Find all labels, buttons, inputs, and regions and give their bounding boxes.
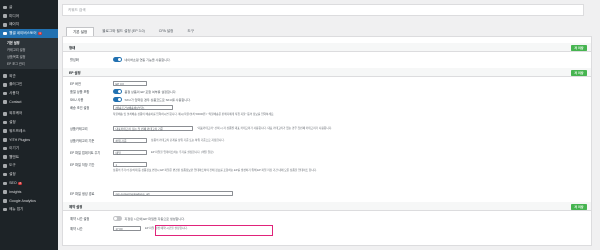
update-cycle-select[interactable]: 매일 — [113, 150, 147, 155]
wrench-icon — [3, 164, 7, 168]
setting-description: 네이버쇼핑 연동 기능을 사용합니다. — [124, 58, 171, 62]
settings-tabs: 기본 설정 블로그와 필드 설정 (EP 3.0) CPA 설정 도구 — [66, 27, 202, 36]
store-icon — [3, 31, 7, 36]
sidebar-item-tools[interactable]: 도구 — [0, 162, 58, 171]
setting-row-category: 상품카테고리 대표카테고리 또는 첫 번째 카테고리 기준 "대표카테고리" 선… — [63, 126, 591, 131]
web-icon — [3, 155, 7, 160]
sidebar-item-seo[interactable]: SEO 2 — [0, 179, 58, 188]
sidebar-item-wordpress[interactable]: 워드프레스 — [0, 127, 58, 136]
activate-toggle[interactable] — [113, 57, 122, 62]
plugin-icon — [3, 82, 7, 87]
gear-icon — [3, 120, 7, 125]
setting-note: EP 파일을 업데이트하는 주기를 설정합니다. (매일 권장) — [151, 151, 214, 154]
setting-row-schedule-time: 예약 시간 17:00 EP 파일 생성 예약 시간을 설정합니다. — [70, 226, 188, 231]
section-title: 형태 — [69, 45, 76, 50]
keyword-search-bar[interactable]: 키워드 검색 — [62, 4, 584, 16]
page-icon — [3, 22, 7, 27]
setting-row-schedule: 예약 시간 설정 지정된 시간에 EP 파일을 자동으로 생성합니다. — [70, 216, 185, 221]
wp-icon — [3, 129, 7, 134]
setting-row-update-cycle: EP 파일 업데이트 주기 매일 EP 파일을 업데이트하는 주기를 설정합니다… — [63, 150, 591, 155]
settings-panel: 형태 저 저장 활성화 네이버쇼핑 연동 기능을 사용합니다. EP 설정 저 … — [62, 36, 592, 246]
brush-icon — [3, 74, 7, 78]
search-placeholder: 키워드 검색 — [68, 7, 86, 12]
setting-note: 상품의 카테고리 단계를 상위 기준 또는 하위 기준으로 지정합니다. — [151, 139, 225, 142]
submenu-basic-settings[interactable]: 기본 설정 — [0, 39, 58, 46]
setting-note: 착불배송 및 설치배송 상품의 배송비를 입력하시면 됩니다. 예시)착불/설치… — [113, 112, 275, 116]
sidebar-item-appearance[interactable]: 외관 — [0, 72, 58, 81]
submenu-ep-log[interactable]: EP 포그 관리 — [0, 60, 58, 67]
sidebar-item-posts[interactable]: 글 — [0, 3, 58, 12]
setting-row-category-basis: 상품카테고리 기준 하위 기준 상품의 카테고리 단계를 상위 기준 또는 하위… — [63, 138, 591, 143]
section-header-ep-settings: EP 설정 저 저장 — [63, 68, 591, 77]
submenu-category-settings[interactable]: 카테고리 설정 — [0, 46, 58, 53]
section-header-schedule: 예약 설정 저 저장 — [63, 202, 591, 211]
setting-row-file-path: EP 파일 생성 경로 /wp-content/uploads/ep_url/ — [63, 191, 591, 196]
category-basis-select[interactable]: 하위 기준 — [113, 138, 147, 143]
pin-icon — [3, 5, 7, 10]
tab-tools[interactable]: 도구 — [181, 27, 200, 36]
setting-note: 상품의 추가/수정/삭제 등 상품정보 변경시 EP 파일은 변경된 상품정보만… — [113, 168, 317, 172]
shipping-condition-input[interactable]: {배송조건}{배송비}{부가} — [113, 105, 173, 110]
setting-label: 활성화 — [70, 58, 79, 62]
collapse-icon — [3, 207, 7, 212]
sidebar-item-google-analytics[interactable]: Google Analytics — [0, 196, 58, 205]
sidebar-item-users[interactable]: 사용자 — [0, 89, 58, 98]
media-icon — [3, 14, 7, 18]
tab-cpa-settings[interactable]: CPA 설정 — [153, 27, 180, 36]
save-button[interactable]: 저 저장 — [570, 203, 587, 210]
sidebar-item-webant[interactable]: 웹앤트 — [0, 153, 58, 162]
insights-icon — [3, 190, 7, 194]
sku-toggle[interactable] — [113, 97, 122, 102]
schedule-time-input[interactable]: 17:00 — [113, 226, 141, 231]
retention-input[interactable]: 1 — [113, 162, 147, 167]
section-header-status: 형태 저 저장 — [63, 43, 591, 52]
admin-sidebar: 글 미디어 페이지 웹셀 네이버스토어 1 기본 설정 카테고리 설정 상품목록 … — [0, 0, 58, 250]
setting-row-shipping: 배송 조건 설정 {배송조건}{배송비}{부가} 착불배송 및 설치배송 상품의… — [63, 105, 591, 116]
sidebar-item-insights[interactable]: Insights — [0, 188, 58, 197]
star-icon — [3, 146, 7, 151]
seo-badge: 2 — [18, 180, 23, 186]
sidebar-item-settings-2[interactable]: 설정 — [0, 170, 58, 179]
seo-icon — [3, 181, 7, 186]
section-title: 예약 설정 — [69, 204, 83, 209]
save-button[interactable]: 저 저장 — [570, 44, 587, 51]
save-button[interactable]: 저 저장 — [570, 69, 587, 76]
tab-blog-field-settings[interactable]: 블로그와 필드 설정 (EP 3.0) — [96, 27, 151, 36]
setting-row-sku: SKU 사용 SKU가 입력된 경우 상품코드로 SKU를 사용합니다. — [70, 97, 191, 102]
setting-row-retention: EP 파일 저장 기간 1 상품의 추가/수정/삭제 등 상품정보 변경시 EP… — [63, 162, 591, 173]
sidebar-item-naver-store[interactable]: 웹셀 네이버스토어 1 — [0, 29, 58, 38]
sidebar-item-star[interactable]: 이기기 — [0, 144, 58, 153]
submenu-product-list-settings[interactable]: 상품목록 설정 — [0, 53, 58, 60]
section-title: EP 설정 — [69, 70, 81, 75]
notification-badge: 1 — [38, 30, 42, 36]
schedule-toggle[interactable] — [113, 216, 122, 221]
sidebar-item-settings-1[interactable]: 설정 — [0, 118, 58, 127]
setting-row-soldout: 품절 상품 포함 품절 상품의 EP 포함 여부를 설정합니다. — [70, 89, 177, 94]
analytics-icon — [3, 198, 7, 203]
soldout-toggle[interactable] — [113, 89, 122, 94]
highlight-box — [155, 225, 273, 236]
mail-icon — [3, 100, 7, 104]
sidebar-item-contact[interactable]: Contact — [0, 98, 58, 107]
tab-basic-settings[interactable]: 기본 설정 — [66, 27, 95, 36]
sidebar-item-collapse[interactable]: 메뉴 접기 — [0, 205, 58, 214]
sidebar-item-media[interactable]: 미디어 — [0, 12, 58, 21]
category-select[interactable]: 대표카테고리 또는 첫 번째 카테고리 기준 — [113, 126, 193, 131]
setting-note: "대표카테고리" 선택 시 각 상품별 대표 카테고리가 사용됩니다. 대표 카… — [197, 127, 333, 130]
sidebar-item-yith[interactable]: YITH Plugins — [0, 136, 58, 145]
settings-icon — [3, 172, 7, 177]
user-icon — [3, 91, 7, 96]
setting-row-activate: 활성화 네이버쇼핑 연동 기능을 사용합니다. — [63, 57, 591, 62]
setting-row-ep-version: EP 버전 EP 3.0 — [63, 81, 591, 86]
yith-icon — [3, 138, 7, 142]
main-area: 키워드 검색 기본 설정 블로그와 필드 설정 (EP 3.0) CPA 설정 … — [58, 0, 600, 250]
sidebar-item-pages[interactable]: 페이지 — [0, 20, 58, 29]
ep-version-select[interactable]: EP 3.0 — [113, 81, 147, 86]
sidebar-item-external-care[interactable]: 외부케어 — [0, 110, 58, 119]
sidebar-item-plugins[interactable]: 플러그인 — [0, 80, 58, 89]
file-path-input[interactable]: /wp-content/uploads/ep_url/ — [113, 191, 233, 196]
sidebar-submenu: 기본 설정 카테고리 설정 상품목록 설정 EP 포그 관리 — [0, 37, 58, 69]
tool-icon — [3, 112, 7, 116]
